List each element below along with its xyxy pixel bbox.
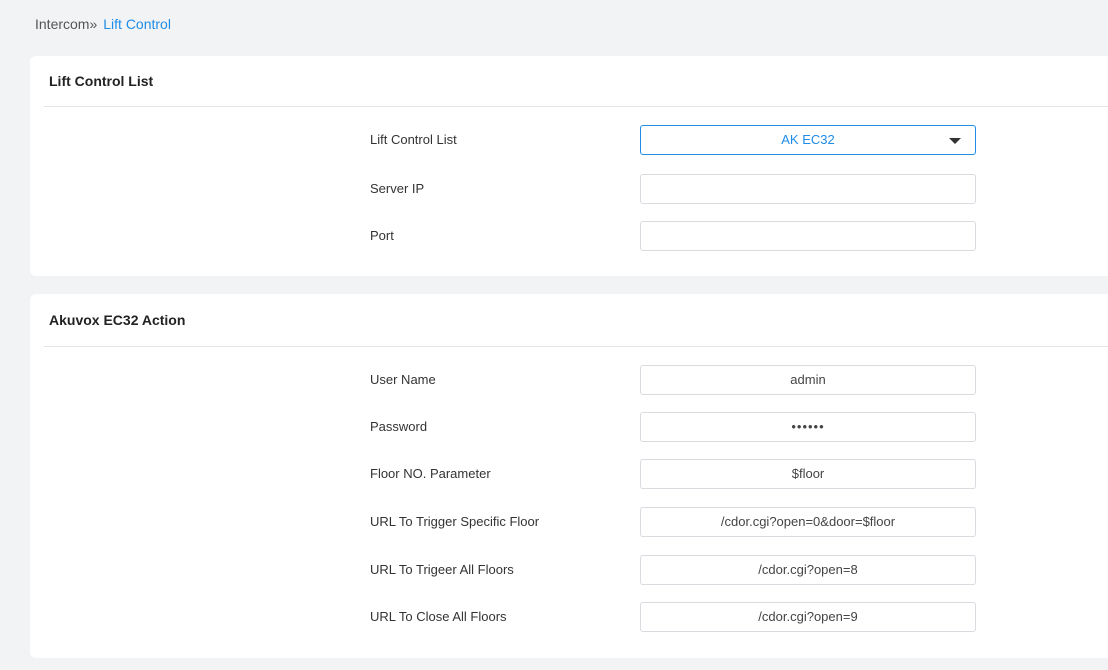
server-ip-input[interactable] bbox=[640, 174, 976, 204]
field-label: URL To Trigeer All Floors bbox=[370, 562, 514, 577]
field-label: Server IP bbox=[370, 181, 425, 196]
close-floors-url-input[interactable]: /cdor.cgi?open=9 bbox=[640, 602, 976, 632]
field-label: URL To Trigger Specific Floor bbox=[370, 514, 540, 529]
field-label: User Name bbox=[370, 372, 436, 387]
lift-control-list-panel: Lift Control List Lift Control List AK E… bbox=[30, 56, 1108, 276]
breadcrumb: Intercom» Lift Control bbox=[30, 0, 1108, 48]
field-label: URL To Close All Floors bbox=[370, 609, 507, 624]
lift-control-list-row: Lift Control List AK EC32 bbox=[30, 125, 1108, 155]
password-row: Password •••••• bbox=[30, 412, 1108, 442]
server-ip-row: Server IP bbox=[30, 174, 1108, 204]
port-row: Port bbox=[30, 221, 1108, 251]
password-input[interactable]: •••••• bbox=[640, 412, 976, 442]
breadcrumb-root[interactable]: Intercom» bbox=[35, 16, 97, 32]
floor-parameter-input[interactable]: $floor bbox=[640, 459, 976, 489]
caret-down-icon bbox=[949, 138, 961, 144]
section-title: Akuvox EC32 Action bbox=[44, 294, 1108, 347]
specific-floor-url-row: URL To Trigger Specific Floor /cdor.cgi?… bbox=[30, 507, 1108, 537]
user-name-row: User Name admin bbox=[30, 365, 1108, 395]
lift-control-list-select[interactable]: AK EC32 bbox=[640, 125, 976, 155]
select-value: AK EC32 bbox=[781, 132, 835, 147]
port-input[interactable] bbox=[640, 221, 976, 251]
breadcrumb-current[interactable]: Lift Control bbox=[103, 16, 171, 32]
all-floors-url-input[interactable]: /cdor.cgi?open=8 bbox=[640, 555, 976, 585]
all-floors-url-row: URL To Trigeer All Floors /cdor.cgi?open… bbox=[30, 555, 1108, 585]
floor-parameter-row: Floor NO. Parameter $floor bbox=[30, 459, 1108, 489]
user-name-input[interactable]: admin bbox=[640, 365, 976, 395]
ec32-action-panel: Akuvox EC32 Action User Name admin Passw… bbox=[30, 294, 1108, 658]
specific-floor-url-input[interactable]: /cdor.cgi?open=0&door=$floor bbox=[640, 507, 976, 537]
field-label: Lift Control List bbox=[370, 132, 457, 147]
close-floors-url-row: URL To Close All Floors /cdor.cgi?open=9 bbox=[30, 602, 1108, 632]
field-label: Port bbox=[370, 228, 394, 243]
section-title: Lift Control List bbox=[44, 56, 1108, 107]
field-label: Password bbox=[370, 419, 428, 434]
field-label: Floor NO. Parameter bbox=[370, 466, 491, 481]
